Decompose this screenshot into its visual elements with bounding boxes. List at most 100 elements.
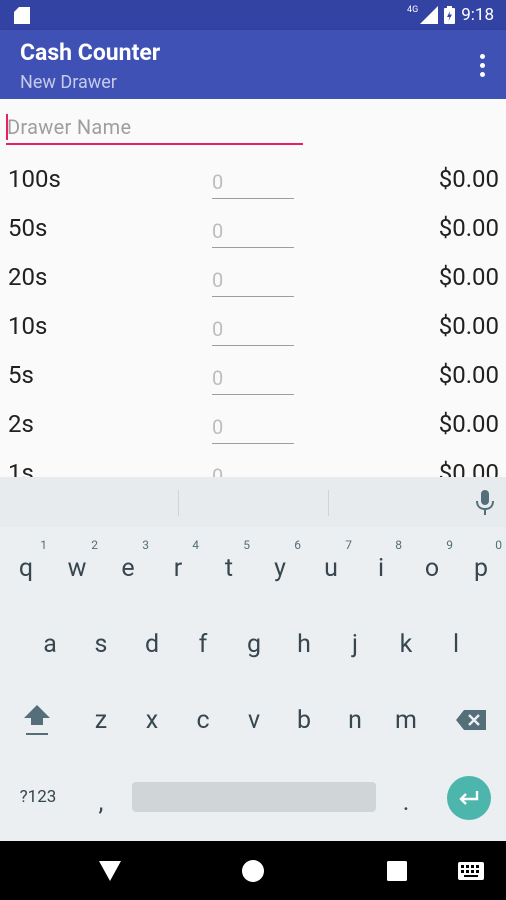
- screen: 4G 9:18 Cash Counter New Drawer Drawer N…: [0, 0, 506, 900]
- key-hint: 2: [91, 538, 98, 552]
- count-placeholder: 0: [212, 219, 224, 243]
- count-input[interactable]: 0: [212, 314, 294, 346]
- denomination-label: 20s: [8, 263, 48, 291]
- count-placeholder: 0: [212, 268, 224, 292]
- key-v[interactable]: v: [229, 690, 279, 750]
- back-icon[interactable]: [97, 858, 123, 884]
- denomination-label: 10s: [8, 312, 48, 340]
- row-amount: $0.00: [438, 410, 499, 438]
- row-amount: $0.00: [438, 263, 499, 291]
- key-hint: 7: [345, 538, 352, 552]
- drawer-form: Drawer Name 100s 0 $0.00 50s 0 $0.00 20s…: [0, 99, 506, 477]
- key-a[interactable]: a: [25, 614, 75, 674]
- key-c[interactable]: c: [178, 690, 228, 750]
- denomination-row: 1s 0 $0.00: [0, 459, 506, 477]
- mic-icon[interactable]: [476, 490, 494, 516]
- key-e[interactable]: e3: [103, 538, 153, 598]
- count-input[interactable]: 0: [212, 412, 294, 444]
- shift-icon: [24, 705, 50, 735]
- key-j[interactable]: j: [330, 614, 380, 674]
- app-title: Cash Counter: [20, 39, 161, 66]
- more-vert-icon[interactable]: [470, 50, 494, 80]
- key-label: w: [67, 553, 87, 583]
- row-amount: $0.00: [438, 459, 499, 477]
- count-placeholder: 0: [212, 317, 224, 341]
- key-hint: 9: [446, 538, 453, 552]
- count-placeholder: 0: [212, 415, 224, 439]
- key-r[interactable]: r4: [153, 538, 203, 598]
- app-subtitle: New Drawer: [20, 72, 117, 93]
- key-h[interactable]: h: [279, 614, 329, 674]
- network-type: 4G: [407, 5, 419, 15]
- key-s[interactable]: s: [76, 614, 126, 674]
- key-hint: 6: [294, 538, 301, 552]
- key-n[interactable]: n: [330, 690, 380, 750]
- key-p[interactable]: p0: [456, 538, 506, 598]
- key-label: r: [173, 553, 183, 583]
- key-o[interactable]: o9: [407, 538, 457, 598]
- key-label: i: [377, 553, 385, 583]
- key-b[interactable]: b: [279, 690, 329, 750]
- key-i[interactable]: i8: [356, 538, 406, 598]
- key-label: q: [18, 553, 34, 583]
- key-hint: 5: [243, 538, 250, 552]
- backspace-key[interactable]: [446, 690, 496, 750]
- key-t[interactable]: t5: [204, 538, 254, 598]
- recents-icon[interactable]: [384, 858, 410, 884]
- count-input[interactable]: 0: [212, 265, 294, 297]
- count-input[interactable]: 0: [212, 216, 294, 248]
- symbols-key[interactable]: ?123: [13, 767, 63, 827]
- key-y[interactable]: y6: [255, 538, 305, 598]
- suggestion-divider: [178, 490, 179, 516]
- key-hint: 3: [142, 538, 149, 552]
- suggestion-divider: [328, 490, 329, 516]
- key-x[interactable]: x: [127, 690, 177, 750]
- home-icon[interactable]: [240, 858, 266, 884]
- status-bar: 4G 9:18: [0, 0, 506, 30]
- space-bar[interactable]: [132, 782, 376, 812]
- enter-key[interactable]: [447, 776, 491, 820]
- sd-card-icon: [14, 7, 30, 24]
- key-l[interactable]: l: [431, 614, 481, 674]
- row-amount: $0.00: [438, 214, 499, 242]
- denomination-label: 50s: [8, 214, 48, 242]
- denomination-row: 50s 0 $0.00: [0, 214, 506, 263]
- key-hint: 4: [192, 538, 199, 552]
- count-input[interactable]: 0: [212, 167, 294, 199]
- navigation-bar: [0, 841, 506, 900]
- key-hint: 8: [395, 538, 402, 552]
- key-label: t: [224, 553, 234, 583]
- backspace-icon: [456, 710, 486, 730]
- key-m[interactable]: m: [381, 690, 431, 750]
- comma-key[interactable]: ,: [76, 772, 126, 832]
- key-hint: 1: [40, 538, 47, 552]
- key-g[interactable]: g: [229, 614, 279, 674]
- denomination-row: 100s 0 $0.00: [0, 165, 506, 214]
- denomination-label: 1s: [8, 459, 34, 477]
- keyboard-switch-icon[interactable]: [457, 858, 485, 884]
- count-input[interactable]: 0: [212, 363, 294, 395]
- key-k[interactable]: k: [381, 614, 431, 674]
- denomination-label: 2s: [8, 410, 34, 438]
- key-hint: 0: [495, 538, 502, 552]
- period-key[interactable]: .: [381, 772, 431, 832]
- key-label: e: [121, 553, 135, 583]
- key-f[interactable]: f: [178, 614, 228, 674]
- battery-icon: [444, 6, 456, 24]
- key-q[interactable]: q1: [1, 538, 51, 598]
- key-z[interactable]: z: [76, 690, 126, 750]
- key-label: o: [424, 553, 440, 583]
- denomination-label: 5s: [8, 361, 34, 389]
- key-u[interactable]: u7: [306, 538, 356, 598]
- count-placeholder: 0: [212, 170, 224, 194]
- soft-keyboard: q1 w2 e3 r4 t5 y6 u7 i8 o9 p0 a s d f g …: [0, 477, 506, 841]
- drawer-name-input[interactable]: Drawer Name: [6, 111, 303, 145]
- denomination-label: 100s: [8, 165, 61, 193]
- signal-icon: [420, 6, 439, 24]
- key-d[interactable]: d: [127, 614, 177, 674]
- count-placeholder: 0: [212, 366, 224, 390]
- shift-key[interactable]: [11, 690, 63, 750]
- count-input[interactable]: 0: [212, 461, 294, 477]
- key-w[interactable]: w2: [52, 538, 102, 598]
- count-placeholder: 0: [212, 464, 224, 477]
